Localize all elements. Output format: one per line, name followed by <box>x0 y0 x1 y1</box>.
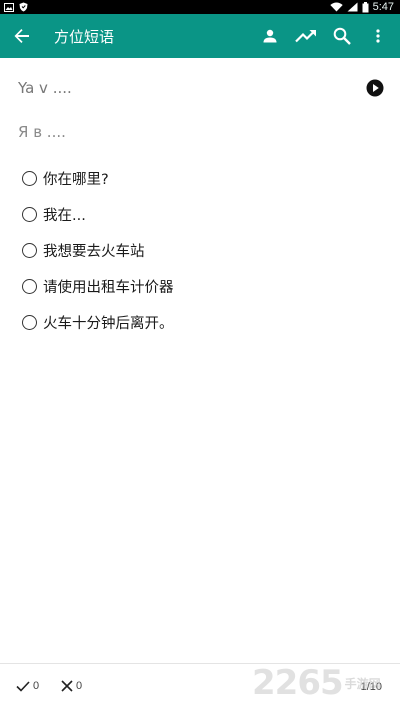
answer-options: 你在哪里? 我在... 我想要去火车站 请使用出租车计价器 火车十分钟后离开。 <box>22 160 382 340</box>
correct-count: 0 <box>33 680 40 692</box>
watermark-logo: 2265 手游网 <box>252 657 400 709</box>
prompt-text: Ya v .... <box>18 79 72 97</box>
back-button[interactable] <box>2 14 42 58</box>
watermark-text-block: 手游网 <box>345 675 381 692</box>
wifi-icon <box>329 2 343 12</box>
correct-score: 0 <box>16 680 39 692</box>
answer-option[interactable]: 请使用出租车计价器 <box>22 268 382 304</box>
radio-button[interactable] <box>22 170 37 186</box>
arrow-back-icon <box>14 29 29 43</box>
answer-text: Я в .... <box>18 123 66 141</box>
image-notification-icon <box>4 2 14 12</box>
watermark-text: 手游网 <box>344 676 381 691</box>
more-options-button[interactable] <box>360 14 396 58</box>
statistics-button[interactable] <box>288 14 324 58</box>
status-left <box>4 2 28 12</box>
check-icon <box>16 680 30 692</box>
status-right: 5:47 <box>329 1 394 13</box>
more-vert-icon <box>376 29 380 43</box>
answer-option[interactable]: 我在... <box>22 196 382 232</box>
close-icon <box>61 680 73 692</box>
wrong-count: 0 <box>76 680 83 692</box>
radio-button[interactable] <box>22 206 37 222</box>
battery-icon <box>362 1 369 12</box>
answer-option[interactable]: 我想要去火车站 <box>22 232 382 268</box>
app-bar-actions <box>252 14 396 58</box>
play-icon <box>366 79 384 97</box>
profile-button[interactable] <box>252 14 288 58</box>
answer-option[interactable]: 你在哪里? <box>22 160 382 196</box>
answer-option-label: 我在... <box>43 207 86 224</box>
shield-notification-icon <box>19 2 28 12</box>
prompt-row: Ya v .... <box>18 78 384 98</box>
search-button[interactable] <box>324 14 360 58</box>
watermark-number: 2265 <box>252 663 344 703</box>
page-title: 方位短语 <box>54 27 115 46</box>
answer-option-label: 我想要去火车站 <box>43 243 145 260</box>
answer-option-label: 请使用出租车计价器 <box>43 279 174 296</box>
person-icon <box>263 29 277 43</box>
app-bar: 方位短语 <box>0 14 400 58</box>
signal-icon <box>347 2 358 12</box>
wrong-score: 0 <box>61 680 82 692</box>
search-icon <box>333 27 351 45</box>
answer-option-label: 你在哪里? <box>43 171 109 188</box>
radio-button[interactable] <box>22 242 37 258</box>
status-bar: 5:47 <box>0 0 400 14</box>
answer-option[interactable]: 火车十分钟后离开。 <box>22 304 382 340</box>
status-time: 5:47 <box>372 1 394 13</box>
radio-button[interactable] <box>22 314 37 330</box>
radio-button[interactable] <box>22 278 37 294</box>
app-root: 5:47 方位短语 Ya v .... Я в .... 你在哪里? 我在...… <box>0 0 400 711</box>
answer-option-label: 火车十分钟后离开。 <box>43 315 174 332</box>
play-audio-button[interactable] <box>366 79 384 97</box>
trending-up-icon <box>295 30 316 43</box>
